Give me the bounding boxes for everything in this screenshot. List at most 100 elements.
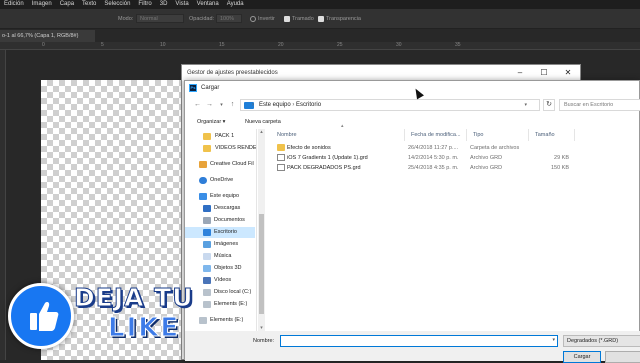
- sidebar-item-label: Este equipo: [210, 193, 240, 199]
- filename-input[interactable]: ▾: [280, 335, 558, 347]
- file-date: 25/4/2018 4:35 p. m.: [408, 165, 459, 171]
- sidebar-item-label: Música: [214, 253, 232, 259]
- load-button[interactable]: Cargar: [563, 351, 601, 363]
- sidebar-item-videos-render[interactable]: VIDEOS RENDER: [185, 143, 256, 154]
- sidebar-item-disco-local[interactable]: Disco local (C:): [185, 287, 255, 298]
- menu-capa[interactable]: Capa: [60, 0, 74, 9]
- file-row-ios7-gradients[interactable]: iOS 7 Gradients 1 (Update 1).grd 14/2/20…: [271, 153, 640, 163]
- modo-label: Modo:: [118, 16, 134, 22]
- column-header-date[interactable]: Fecha de modifica...: [405, 129, 467, 141]
- menu-ayuda[interactable]: Ayuda: [227, 0, 244, 9]
- filetype-select[interactable]: Degradados (*.GRD): [563, 335, 640, 347]
- sidebar-item-elements-e-2[interactable]: Elements (E:): [185, 315, 255, 326]
- new-folder-button[interactable]: Nueva carpeta: [245, 117, 281, 127]
- file-list: ▴ Nombre Fecha de modifica... Tipo Tamañ…: [271, 123, 640, 331]
- column-header-size[interactable]: Tamaño: [529, 129, 575, 141]
- sidebar-item-documentos[interactable]: Documentos: [185, 215, 255, 226]
- sidebar-item-onedrive[interactable]: OneDrive: [185, 175, 255, 186]
- minimize-icon[interactable]: –: [508, 65, 532, 81]
- refresh-icon[interactable]: ↻: [543, 99, 555, 111]
- breadcrumb-escritorio[interactable]: Escritorio: [296, 102, 321, 108]
- filename-dropdown-icon[interactable]: ▾: [552, 337, 555, 343]
- sidebar-item-label: Elements (E:): [210, 317, 244, 323]
- scroll-up-icon[interactable]: ▴: [258, 129, 265, 135]
- navigation-bar: ← → ▾ ↑ › Este equipo › Escritorio ▾ ↻ B…: [185, 97, 640, 113]
- tramado-checkbox[interactable]: [284, 15, 290, 22]
- file-row-pack-degradados[interactable]: PACK DEGRADADOS PS.grd 25/4/2018 4:35 p.…: [271, 163, 640, 173]
- scrollbar-thumb[interactable]: [259, 214, 264, 314]
- load-dialog-titlebar: Ps Cargar: [185, 81, 639, 95]
- sidebar-item-objetos-3d[interactable]: Objetos 3D: [185, 263, 255, 274]
- file-date: 26/4/2018 11:27 p....: [408, 145, 459, 151]
- file-name: iOS 7 Gradients 1 (Update 1).grd: [287, 155, 368, 161]
- menu-3d[interactable]: 3D: [160, 0, 168, 9]
- transparencia-option[interactable]: Transparencia: [318, 15, 361, 23]
- menu-filtro[interactable]: Filtro: [138, 0, 151, 9]
- tramado-option[interactable]: Tramado: [284, 15, 314, 23]
- breadcrumb-este-equipo[interactable]: Este equipo: [259, 102, 291, 108]
- table-row[interactable]: [271, 227, 640, 237]
- invertir-option[interactable]: Invertir: [250, 15, 275, 23]
- sidebar-item-pack1[interactable]: PACK 1: [185, 131, 255, 142]
- address-dropdown-icon[interactable]: ▾: [524, 100, 527, 110]
- sidebar-item-escritorio[interactable]: Escritorio: [185, 227, 255, 238]
- sidebar-item-este-equipo[interactable]: Este equipo: [185, 191, 255, 202]
- maximize-icon[interactable]: ☐: [532, 65, 556, 81]
- column-header-name[interactable]: Nombre: [271, 129, 405, 141]
- invertir-checkbox[interactable]: [250, 15, 256, 22]
- menu-edicion[interactable]: Edición: [4, 0, 24, 9]
- overlay-text-like: LIKE: [107, 313, 181, 344]
- sidebar-item-label: Descargas: [214, 205, 241, 211]
- document-tab[interactable]: o-1 al 66,7% (Capa 1, RGB/8#): [0, 30, 95, 42]
- drive-icon: [203, 301, 211, 308]
- sidebar-item-descargas[interactable]: Descargas: [185, 203, 255, 214]
- sidebar-item-musica[interactable]: Música: [185, 251, 255, 262]
- file-type: Carpeta de archivos: [470, 145, 520, 151]
- preset-manager-title: Gestor de ajustes preestablecidos: [187, 70, 278, 76]
- dialog-footer: Nombre: ▾ Degradados (*.GRD) Cargar: [185, 331, 640, 363]
- modo-select[interactable]: Normal: [136, 14, 184, 23]
- ps-options-bar: Modo: Normal Opacidad: 100% Invertir Tra…: [0, 9, 640, 29]
- recent-chevron-down-icon[interactable]: ▾: [217, 100, 226, 110]
- navigation-pane: PACK 1 VIDEOS RENDER Creative Cloud Fil …: [185, 129, 257, 331]
- onedrive-icon: [199, 177, 207, 184]
- column-header-type[interactable]: Tipo: [467, 129, 529, 141]
- grd-file-icon: [277, 164, 285, 171]
- file-size: 150 KB: [550, 165, 569, 171]
- ruler-tick: 30: [396, 42, 402, 48]
- objects3d-icon: [203, 265, 211, 272]
- sidebar-item-label: Disco local (C:): [214, 289, 252, 295]
- horizontal-ruler: 0 5 10 15 20 25 30 35: [0, 42, 640, 50]
- music-icon: [203, 253, 211, 260]
- menu-seleccion[interactable]: Selección: [104, 0, 130, 9]
- menu-imagen[interactable]: Imagen: [32, 0, 52, 9]
- up-arrow-icon[interactable]: ↑: [228, 100, 237, 110]
- cancel-button[interactable]: [605, 351, 640, 363]
- organize-button[interactable]: Organizar ▾: [197, 117, 225, 127]
- transparencia-checkbox[interactable]: [318, 15, 324, 22]
- menu-vista[interactable]: Vista: [175, 0, 188, 9]
- sidebar-item-label: OneDrive: [210, 177, 234, 183]
- navigation-scrollbar[interactable]: ▴ ▾: [258, 129, 265, 331]
- filename-label: Nombre:: [253, 338, 275, 344]
- back-arrow-icon[interactable]: ←: [193, 100, 202, 110]
- computer-icon: [199, 193, 207, 200]
- forward-arrow-icon[interactable]: →: [205, 100, 214, 110]
- sidebar-item-elements-e[interactable]: Elements (E:): [185, 299, 255, 310]
- menu-ventana[interactable]: Ventana: [197, 0, 219, 9]
- address-bar[interactable]: › Este equipo › Escritorio ▾: [240, 99, 540, 111]
- opacidad-label: Opacidad:: [189, 16, 215, 22]
- desktop-icon: [203, 229, 211, 236]
- file-row-efecto-de-sonidos[interactable]: Efecto de sonidos 26/4/2018 11:27 p.... …: [271, 143, 640, 153]
- search-input[interactable]: Buscar en Escritorio: [559, 99, 640, 111]
- close-icon[interactable]: ✕: [556, 65, 580, 81]
- load-dialog: Ps Cargar ← → ▾ ↑ › Este equipo › Escrit…: [184, 80, 640, 363]
- sidebar-item-label: Objetos 3D: [214, 265, 242, 271]
- file-name: Efecto de sonidos: [287, 145, 331, 151]
- load-dialog-title: Cargar: [201, 85, 220, 91]
- sidebar-item-creative-cloud[interactable]: Creative Cloud Fil: [185, 159, 255, 170]
- menu-texto[interactable]: Texto: [82, 0, 96, 9]
- sidebar-item-imagenes[interactable]: Imágenes: [185, 239, 255, 250]
- sidebar-item-videos[interactable]: Vídeos: [185, 275, 255, 286]
- opacidad-field[interactable]: 100%: [216, 14, 242, 23]
